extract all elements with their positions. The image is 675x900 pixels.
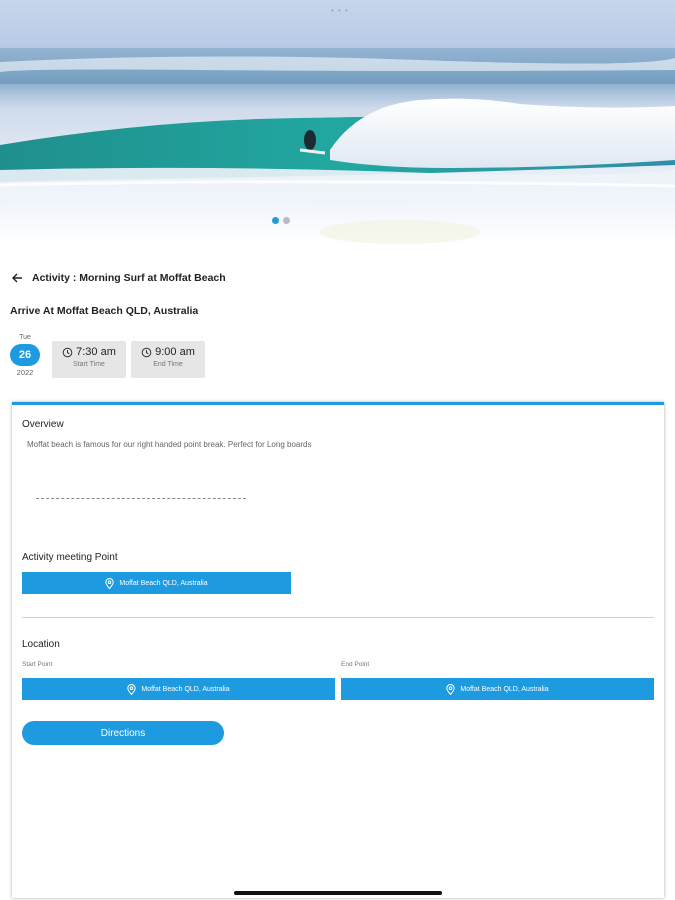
image-pager[interactable]: [272, 217, 290, 224]
home-indicator[interactable]: [234, 891, 442, 895]
start-point-place: Moffat Beach QLD, Australia: [141, 685, 230, 693]
location-pin-icon: [127, 683, 137, 695]
date-year: 2022: [16, 368, 34, 377]
end-time-box: 9:00 am End Time: [131, 341, 205, 378]
end-time-label: End Time: [153, 361, 183, 368]
header-row: Activity : Morning Surf at Moffat Beach: [10, 271, 226, 285]
location-pin-icon: [446, 683, 456, 695]
section-divider: [22, 617, 654, 618]
hero-image: • • •: [0, 0, 675, 245]
clock-icon: [141, 347, 152, 358]
start-time-label: Start Time: [73, 361, 105, 368]
end-point-label: End Point: [341, 661, 370, 668]
location-pin-icon: [105, 577, 115, 589]
meeting-point-button[interactable]: Moffat Beach QLD, Australia: [22, 572, 291, 594]
dashed-divider: [36, 498, 246, 499]
directions-button[interactable]: Directions: [22, 721, 224, 745]
end-time-value: 9:00 am: [155, 346, 195, 358]
date-block: Tue 26 2022: [10, 334, 40, 377]
end-point-place: Moffat Beach QLD, Australia: [460, 685, 549, 693]
back-arrow-icon[interactable]: [10, 271, 24, 285]
start-time-box: 7:30 am Start Time: [52, 341, 126, 378]
details-card: Overview Moffat beach is famous for our …: [12, 402, 664, 898]
start-point-label: Start Point: [22, 661, 53, 668]
pager-dot[interactable]: [283, 217, 290, 224]
location-title: Location: [22, 639, 60, 650]
date-day-badge: 26: [10, 344, 40, 366]
overview-title: Overview: [22, 419, 64, 430]
meeting-point-label: Moffat Beach QLD, Australia: [119, 579, 208, 587]
surf-photo: [0, 48, 675, 244]
clock-icon: [62, 347, 73, 358]
end-point-button[interactable]: Moffat Beach QLD, Australia: [341, 678, 654, 700]
date-day-of-week: Tue: [19, 334, 31, 341]
pager-dot-active[interactable]: [272, 217, 279, 224]
start-point-button[interactable]: Moffat Beach QLD, Australia: [22, 678, 335, 700]
start-time-value: 7:30 am: [76, 346, 116, 358]
arrive-text: Arrive At Moffat Beach QLD, Australia: [10, 305, 199, 317]
page-title: Activity : Morning Surf at Moffat Beach: [32, 272, 226, 284]
overview-text: Moffat beach is famous for our right han…: [27, 440, 312, 449]
meeting-point-title: Activity meeting Point: [22, 552, 118, 563]
status-dots: • • •: [331, 6, 349, 15]
